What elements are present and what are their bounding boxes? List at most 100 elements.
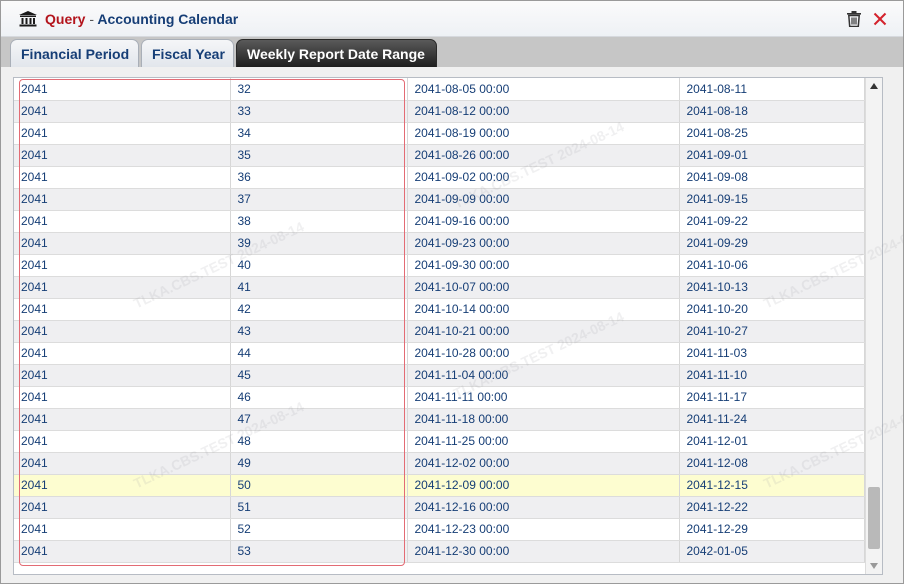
scrollbar-thumb[interactable]	[868, 487, 880, 549]
week-cell: 48	[230, 430, 408, 453]
table-row[interactable]: 2041 35 2041-08-26 00:00 2041-09-01	[14, 144, 865, 167]
table-row[interactable]: 2041 33 2041-08-12 00:00 2041-08-18	[14, 100, 865, 123]
end-date-cell: 2041-10-27	[679, 320, 865, 343]
year-cell: 2041	[14, 210, 231, 233]
start-date-cell: 2041-10-14 00:00	[407, 298, 680, 321]
tab-financial-period[interactable]: Financial Period	[10, 39, 139, 67]
year-cell: 2041	[14, 122, 231, 145]
start-date-cell: 2041-11-18 00:00	[407, 408, 680, 431]
start-date-cell: 2041-10-07 00:00	[407, 276, 680, 299]
week-cell: 34	[230, 122, 408, 145]
week-cell: 46	[230, 386, 408, 409]
start-date-cell: 2041-09-30 00:00	[407, 254, 680, 277]
week-cell: 47	[230, 408, 408, 431]
week-cell: 37	[230, 188, 408, 211]
end-date-cell: 2042-01-05	[679, 540, 865, 563]
start-date-cell: 2041-12-30 00:00	[407, 540, 680, 563]
end-date-cell: 2041-10-20	[679, 298, 865, 321]
table-row[interactable]: 2041 48 2041-11-25 00:00 2041-12-01	[14, 430, 865, 453]
table-row[interactable]: 2041 39 2041-09-23 00:00 2041-09-29	[14, 232, 865, 255]
table-row[interactable]: 2041 40 2041-09-30 00:00 2041-10-06	[14, 254, 865, 277]
tab-strip: Financial Period Fiscal Year Weekly Repo…	[1, 37, 903, 67]
table-row[interactable]: 2041 50 2041-12-09 00:00 2041-12-15	[14, 474, 865, 497]
close-icon[interactable]	[871, 10, 889, 28]
year-cell: 2041	[14, 320, 231, 343]
table-row[interactable]: 2041 51 2041-12-16 00:00 2041-12-22	[14, 496, 865, 519]
year-cell: 2041	[14, 188, 231, 211]
tab-fiscal-year[interactable]: Fiscal Year	[141, 39, 234, 67]
title-name: Accounting Calendar	[97, 11, 239, 27]
start-date-cell: 2041-08-05 00:00	[407, 78, 680, 101]
start-date-cell: 2041-09-16 00:00	[407, 210, 680, 233]
table-row[interactable]: 2041 44 2041-10-28 00:00 2041-11-03	[14, 342, 865, 365]
end-date-cell: 2041-11-10	[679, 364, 865, 387]
start-date-cell: 2041-12-09 00:00	[407, 474, 680, 497]
end-date-cell: 2041-12-01	[679, 430, 865, 453]
table-row[interactable]: 2041 38 2041-09-16 00:00 2041-09-22	[14, 210, 865, 233]
table-row[interactable]: 2041 43 2041-10-21 00:00 2041-10-27	[14, 320, 865, 343]
table-row[interactable]: 2041 49 2041-12-02 00:00 2041-12-08	[14, 452, 865, 475]
start-date-cell: 2041-12-23 00:00	[407, 518, 680, 541]
week-cell: 49	[230, 452, 408, 475]
start-date-cell: 2041-09-02 00:00	[407, 166, 680, 189]
end-date-cell: 2041-10-13	[679, 276, 865, 299]
week-cell: 32	[230, 78, 408, 101]
title-bar: Query - Accounting Calendar	[1, 1, 903, 37]
end-date-cell: 2041-12-15	[679, 474, 865, 497]
year-cell: 2041	[14, 496, 231, 519]
table-row[interactable]: 2041 41 2041-10-07 00:00 2041-10-13	[14, 276, 865, 299]
week-cell: 42	[230, 298, 408, 321]
week-cell: 39	[230, 232, 408, 255]
table-row[interactable]: 2041 36 2041-09-02 00:00 2041-09-08	[14, 166, 865, 189]
year-cell: 2041	[14, 408, 231, 431]
year-cell: 2041	[14, 364, 231, 387]
end-date-cell: 2041-09-29	[679, 232, 865, 255]
end-date-cell: 2041-12-08	[679, 452, 865, 475]
year-cell: 2041	[14, 540, 231, 563]
trash-icon[interactable]	[845, 10, 863, 28]
title-separator: -	[89, 11, 95, 27]
year-cell: 2041	[14, 430, 231, 453]
vertical-scrollbar[interactable]	[865, 78, 882, 574]
table-row[interactable]: 2041 37 2041-09-09 00:00 2041-09-15	[14, 188, 865, 211]
title-actions	[845, 10, 889, 28]
end-date-cell: 2041-11-17	[679, 386, 865, 409]
table-row[interactable]: 2041 53 2041-12-30 00:00 2042-01-05	[14, 540, 865, 563]
start-date-cell: 2041-12-02 00:00	[407, 452, 680, 475]
table-row[interactable]: 2041 46 2041-11-11 00:00 2041-11-17	[14, 386, 865, 409]
week-cell: 43	[230, 320, 408, 343]
scroll-down-icon[interactable]	[866, 558, 882, 574]
tab-weekly-report-date-range[interactable]: Weekly Report Date Range	[236, 39, 437, 67]
start-date-cell: 2041-09-23 00:00	[407, 232, 680, 255]
start-date-cell: 2041-11-25 00:00	[407, 430, 680, 453]
week-cell: 45	[230, 364, 408, 387]
end-date-cell: 2041-09-08	[679, 166, 865, 189]
end-date-cell: 2041-09-01	[679, 144, 865, 167]
table-row[interactable]: 2041 45 2041-11-04 00:00 2041-11-10	[14, 364, 865, 387]
end-date-cell: 2041-11-24	[679, 408, 865, 431]
table-row[interactable]: 2041 32 2041-08-05 00:00 2041-08-11	[14, 78, 865, 101]
week-cell: 35	[230, 144, 408, 167]
scroll-up-icon[interactable]	[866, 78, 882, 94]
start-date-cell: 2041-08-26 00:00	[407, 144, 680, 167]
end-date-cell: 2041-08-18	[679, 100, 865, 123]
year-cell: 2041	[14, 452, 231, 475]
year-cell: 2041	[14, 276, 231, 299]
week-cell: 50	[230, 474, 408, 497]
week-cell: 33	[230, 100, 408, 123]
end-date-cell: 2041-12-29	[679, 518, 865, 541]
table-row[interactable]: 2041 34 2041-08-19 00:00 2041-08-25	[14, 122, 865, 145]
year-cell: 2041	[14, 232, 231, 255]
table-row[interactable]: 2041 47 2041-11-18 00:00 2041-11-24	[14, 408, 865, 431]
year-cell: 2041	[14, 386, 231, 409]
end-date-cell: 2041-11-03	[679, 342, 865, 365]
end-date-cell: 2041-09-15	[679, 188, 865, 211]
year-cell: 2041	[14, 518, 231, 541]
week-cell: 53	[230, 540, 408, 563]
week-cell: 41	[230, 276, 408, 299]
table-row[interactable]: 2041 52 2041-12-23 00:00 2041-12-29	[14, 518, 865, 541]
start-date-cell: 2041-11-04 00:00	[407, 364, 680, 387]
week-cell: 51	[230, 496, 408, 519]
table-row[interactable]: 2041 42 2041-10-14 00:00 2041-10-20	[14, 298, 865, 321]
year-cell: 2041	[14, 144, 231, 167]
